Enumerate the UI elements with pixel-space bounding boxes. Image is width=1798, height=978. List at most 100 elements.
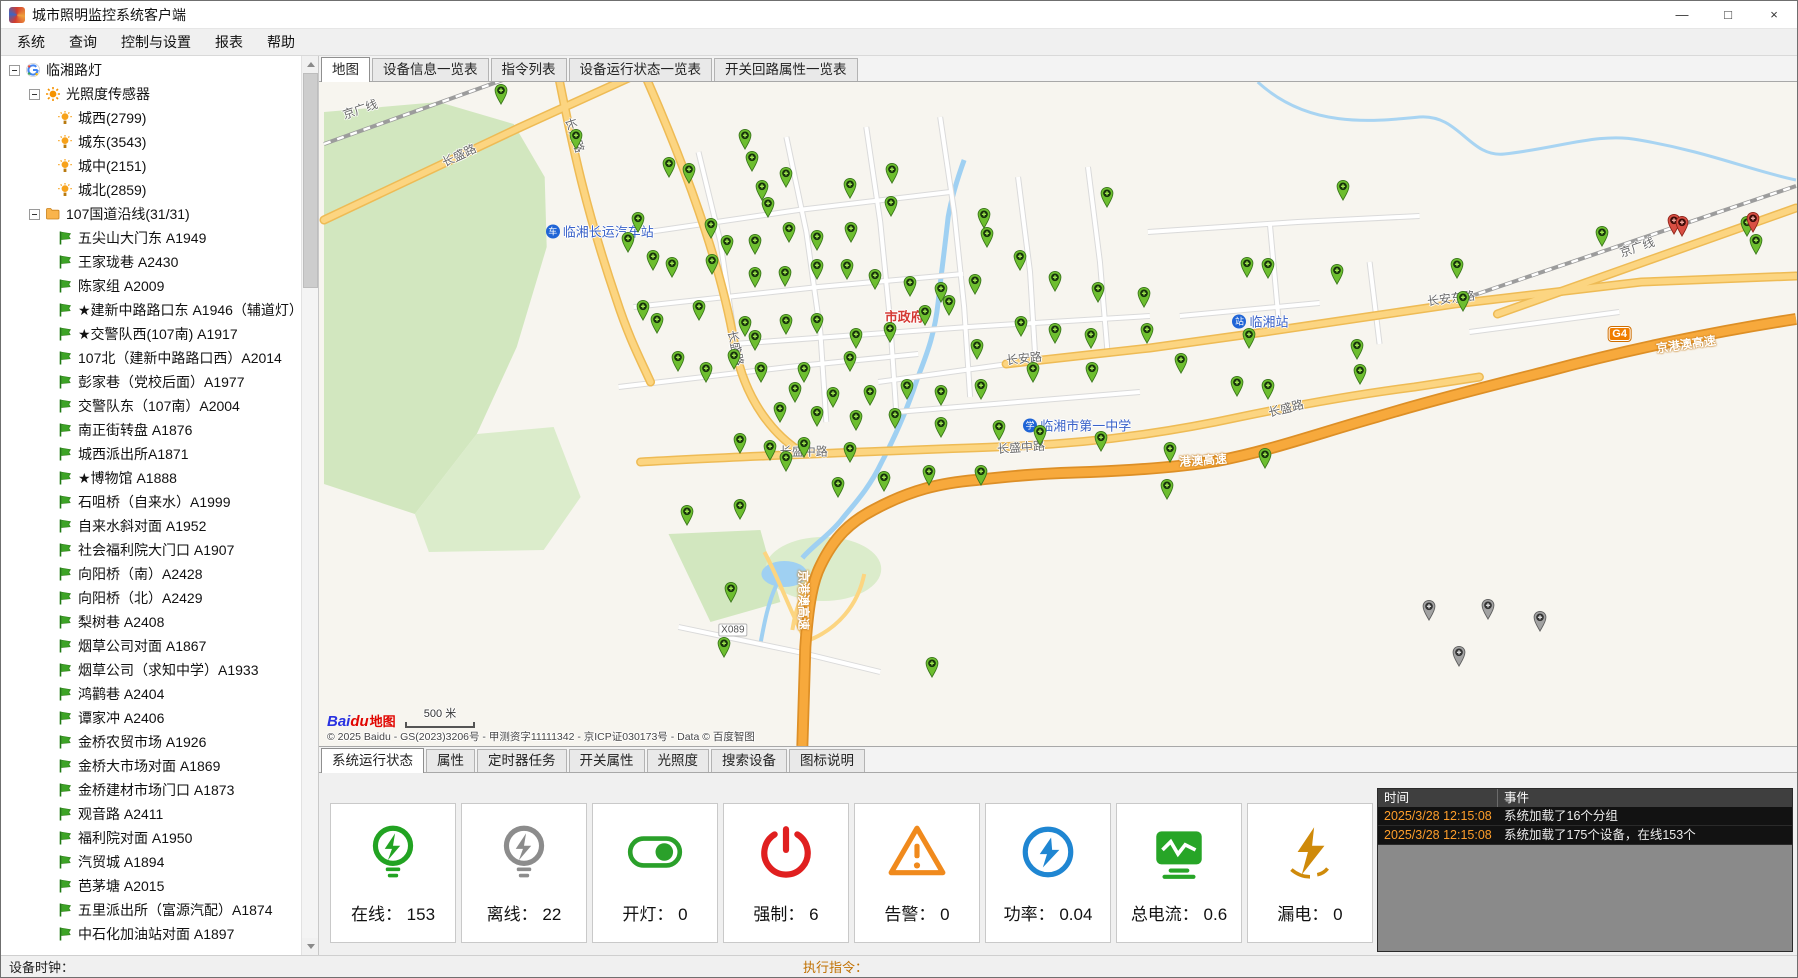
map-marker-pin-icon[interactable] [1173,351,1189,374]
tree-item-device-11[interactable]: 石咀桥（自来水）A1999 [1,490,301,514]
tree-item-device-19[interactable]: 鸿鹳巷 A2404 [1,682,301,706]
map-marker-pin-icon[interactable] [979,225,995,248]
event-log-row[interactable]: 2025/3/28 12:15:08系统加载了175个设备，在线153个 [1378,826,1792,845]
map-marker-pin-icon[interactable] [867,267,883,290]
map-marker-pin-icon[interactable] [967,272,983,295]
tree-item-sensor-3[interactable]: 城北(2859) [1,178,301,202]
map-marker-pin-icon[interactable] [704,252,720,275]
map-marker-pin-icon[interactable] [1349,337,1365,360]
bottom-tab-1[interactable]: 属性 [426,749,475,772]
map-marker-pin-icon[interactable] [883,194,899,217]
minimize-button[interactable]: — [1659,1,1705,28]
map-marker-pin-icon[interactable] [796,435,812,458]
map-marker-pin-icon[interactable] [1083,326,1099,349]
map-marker-pin-icon[interactable] [842,176,858,199]
map-marker-pin-icon[interactable] [882,320,898,343]
map-marker-pin-icon[interactable] [747,328,763,351]
tree-expander-icon[interactable] [29,89,40,100]
map-marker-pin-icon[interactable] [1239,255,1255,278]
map-marker-pin-icon[interactable] [568,127,584,150]
map-marker-pin-icon[interactable] [902,274,918,297]
menu-item-2[interactable]: 控制与设置 [109,29,203,55]
tree-item-device-21[interactable]: 金桥农贸市场 A1926 [1,730,301,754]
map-marker-pin-icon[interactable] [1455,289,1471,312]
map-marker-pin-icon[interactable] [1012,248,1028,271]
tree-expander-icon[interactable] [29,209,40,220]
tree-item-device-28[interactable]: 五里派出所（富源汽配）A1874 [1,898,301,922]
bottom-tab-4[interactable]: 光照度 [647,749,710,772]
tree-item-device-26[interactable]: 汽贸城 A1894 [1,850,301,874]
map-tab-4[interactable]: 开关回路属性一览表 [714,58,858,81]
map-marker-pin-icon[interactable] [1025,360,1041,383]
maximize-button[interactable]: □ [1705,1,1751,28]
map-marker-pin-icon[interactable] [839,257,855,280]
map-marker-pin-icon[interactable] [747,232,763,255]
map-marker-pin-icon[interactable] [809,311,825,334]
map-marker-pin-icon[interactable] [1335,178,1351,201]
map-marker-pin-icon[interactable] [1090,280,1106,303]
map-marker-pin-icon[interactable] [921,463,937,486]
tree-item-device-3[interactable]: ★建新中路路口东 A1946（辅道灯） [1,298,301,322]
scroll-up-arrow-icon[interactable] [302,56,319,73]
map-marker-pin-icon[interactable] [842,440,858,463]
map-marker-pin-icon[interactable] [1480,597,1496,620]
tree-item-device-8[interactable]: 南正街转盘 A1876 [1,418,301,442]
tree-item-device-12[interactable]: 自来水斜对面 A1952 [1,514,301,538]
map-marker-pin-icon[interactable] [969,337,985,360]
map-marker-pin-icon[interactable] [917,303,933,326]
map-marker-pin-icon[interactable] [645,248,661,271]
tree-item-device-24[interactable]: 观音路 A2411 [1,802,301,826]
map-marker-pin-icon[interactable] [1084,360,1100,383]
map-marker-pin-icon[interactable] [732,431,748,454]
map-marker-pin-icon[interactable] [809,404,825,427]
map-marker-pin-icon[interactable] [830,475,846,498]
map-marker-pin-icon[interactable] [1594,224,1610,247]
tree-item-device-20[interactable]: 谭家冲 A2406 [1,706,301,730]
tree-item-device-27[interactable]: 芭茅塘 A2015 [1,874,301,898]
map-marker-pin-icon[interactable] [1329,262,1345,285]
bottom-tab-5[interactable]: 搜索设备 [711,749,787,772]
tree-item-device-6[interactable]: 彭家巷（党校后面）A1977 [1,370,301,394]
map-marker-pin-icon[interactable] [1139,321,1155,344]
tree-item-device-17[interactable]: 烟草公司对面 A1867 [1,634,301,658]
map-marker-pin-icon[interactable] [1352,362,1368,385]
map-marker-pin-icon[interactable] [781,220,797,243]
bottom-tab-0[interactable]: 系统运行状态 [321,748,424,773]
map-marker-pin-icon[interactable] [1136,285,1152,308]
map-marker-pin-icon[interactable] [842,349,858,372]
map-marker-pin-icon[interactable] [778,312,794,335]
map-marker-pin-icon[interactable] [1532,609,1548,632]
map-marker-pin-icon[interactable] [933,383,949,406]
tree-item-device-15[interactable]: 向阳桥（北）A2429 [1,586,301,610]
map-marker-pin-icon[interactable] [620,230,636,253]
map-marker-pin-icon[interactable] [493,82,509,105]
map-marker-pin-icon[interactable] [991,418,1007,441]
map-marker-pin-icon[interactable] [809,228,825,251]
map-marker-pin-icon[interactable] [1257,446,1273,469]
map-marker-pin-icon[interactable] [884,161,900,184]
tree-item-device-25[interactable]: 福利院对面 A1950 [1,826,301,850]
map-marker-pin-icon[interactable] [809,257,825,280]
map-marker-pin-icon[interactable] [747,265,763,288]
map-marker-pin-icon[interactable] [772,400,788,423]
map-marker-pin-icon[interactable] [1451,644,1467,667]
scrollbar-thumb[interactable] [303,73,318,288]
tree-item-sensor-0[interactable]: 城西(2799) [1,106,301,130]
map-tab-1[interactable]: 设备信息一览表 [372,58,489,81]
map-marker-pin-icon[interactable] [726,347,742,370]
map-marker-pin-icon[interactable] [1099,185,1115,208]
map-marker-pin-icon[interactable] [679,503,695,526]
map-marker-pin-icon[interactable] [933,415,949,438]
map-marker-pin-icon[interactable] [899,377,915,400]
map-marker-pin-icon[interactable] [924,655,940,678]
tree-item-device-0[interactable]: 五尖山大门东 A1949 [1,226,301,250]
map-marker-pin-icon[interactable] [1674,214,1690,237]
bottom-tab-3[interactable]: 开关属性 [569,749,645,772]
map-marker-pin-icon[interactable] [719,233,735,256]
map-marker-pin-icon[interactable] [753,360,769,383]
map-marker-pin-icon[interactable] [825,385,841,408]
map-marker-pin-icon[interactable] [777,264,793,287]
map-marker-pin-icon[interactable] [661,155,677,178]
tree-item-device-2[interactable]: 陈家组 A2009 [1,274,301,298]
map-tab-3[interactable]: 设备运行状态一览表 [569,58,713,81]
